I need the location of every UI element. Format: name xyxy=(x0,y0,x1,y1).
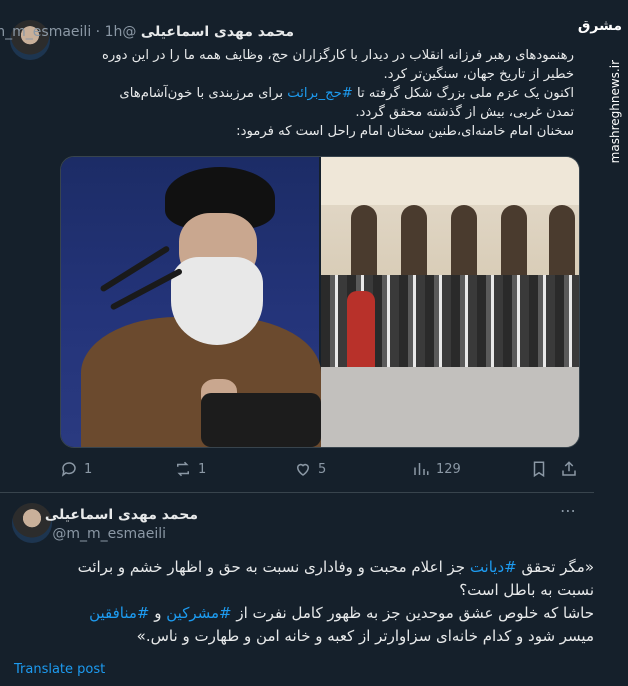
text-segment: نسبت به باطل است؟ xyxy=(459,581,594,599)
hall-arch-shape xyxy=(501,205,527,285)
text-line: «مگر تحقق #دیانت جز اعلام محبت و وفاداری… xyxy=(14,556,594,579)
text-line: اکنون یک عزم ملی بزرگ شکل گرفته تا #حج_ب… xyxy=(102,84,574,103)
share-button[interactable] xyxy=(560,460,578,478)
post-text: رهنمودهای رهبر فرزانه انقلاب در دیدار با… xyxy=(102,46,574,141)
bookmark-icon xyxy=(533,461,545,478)
translate-post-link[interactable]: Translate post xyxy=(14,662,105,677)
separator: · xyxy=(95,24,101,40)
repost-button[interactable]: 1 xyxy=(174,460,206,478)
heart-icon xyxy=(296,463,310,476)
post-primary[interactable]: محمد مهدی اسماعیلی @m_m_esmaeili · 1h ره… xyxy=(0,0,594,493)
text-line: خطیر از تاریخ جهان، سنگین‌تر کرد. xyxy=(102,65,574,84)
text-segment: «مگر تحقق xyxy=(516,558,595,576)
repost-count: 1 xyxy=(198,461,207,477)
watermark: مشرق mashreghnews.ir xyxy=(578,0,628,686)
text-line: حاشا که خلوص عشق موحدین جز به ظهور کامل … xyxy=(14,602,594,625)
text-line: سخنان امام خامنه‌ای،طنین سخنان امام راحل… xyxy=(102,122,574,141)
media-grid[interactable] xyxy=(60,156,580,448)
hashtag-link[interactable]: #حج_برائت xyxy=(287,86,353,101)
text-segment: و xyxy=(149,604,167,622)
photo-leader[interactable] xyxy=(61,157,321,447)
like-count: 5 xyxy=(318,461,327,477)
views-icon xyxy=(414,463,429,475)
text-line: تمدن غربی، بیش از گذشته محقق گردد. xyxy=(102,103,574,122)
hall-arch-shape xyxy=(451,205,477,285)
reply-count: 1 xyxy=(84,461,93,477)
post-actions: 1 1 5 129 xyxy=(60,460,578,482)
reply-button[interactable]: 1 xyxy=(60,460,92,478)
text-segment: برای مرزبندی با خون‌آشام‌های xyxy=(119,86,288,101)
text-segment: خطیر از تاریخ جهان، سنگین‌تر کرد. xyxy=(383,67,574,82)
hall-arch-shape xyxy=(351,205,377,285)
text-segment: جز اعلام محبت و وفاداری نسبت به حق و اظه… xyxy=(77,558,470,576)
views-button[interactable]: 129 xyxy=(412,460,461,478)
hall-arch-shape xyxy=(549,205,575,285)
author-name[interactable]: محمد مهدی اسماعیلی xyxy=(45,507,198,523)
photo-beard-shape xyxy=(171,257,263,345)
watermark-site: mashreghnews.ir xyxy=(608,60,622,164)
views-count: 129 xyxy=(436,461,461,477)
text-segment: سخنان امام خامنه‌ای،طنین سخنان امام راحل… xyxy=(236,124,574,139)
text-line: رهنمودهای رهبر فرزانه انقلاب در دیدار با… xyxy=(102,46,574,65)
author-name[interactable]: محمد مهدی اسماعیلی xyxy=(141,24,294,40)
post-header: محمد مهدی اسماعیلی xyxy=(45,507,198,523)
text-line: نسبت به باطل است؟ xyxy=(14,579,594,602)
repost-icon xyxy=(177,461,189,477)
hall-floor-shape xyxy=(321,367,579,447)
text-segment: میسر شود و کدام خانه‌ای سزاوارتر از کعبه… xyxy=(136,627,594,645)
hashtag-link[interactable]: #دیانت xyxy=(470,558,517,576)
text-line: میسر شود و کدام خانه‌ای سزاوارتر از کعبه… xyxy=(14,625,594,648)
like-button[interactable]: 5 xyxy=(294,460,326,478)
photo-hall[interactable] xyxy=(321,157,579,447)
post-header: محمد مهدی اسماعیلی @m_m_esmaeili · 1h xyxy=(0,24,294,40)
author-handle[interactable]: @m_m_esmaeili xyxy=(52,526,166,542)
post-text: «مگر تحقق #دیانت جز اعلام محبت و وفاداری… xyxy=(14,556,594,648)
text-segment: تمدن غربی، بیش از گذشته محقق گردد. xyxy=(355,105,574,120)
reply-icon xyxy=(61,462,76,477)
hashtag-link[interactable]: #منافقین xyxy=(89,604,149,622)
post-time[interactable]: 1h xyxy=(105,24,123,40)
bookmark-button[interactable] xyxy=(530,460,548,478)
hall-ceiling-shape xyxy=(321,157,579,205)
text-segment: رهنمودهای رهبر فرزانه انقلاب در دیدار با… xyxy=(101,48,574,63)
text-segment: اکنون یک عزم ملی بزرگ شکل گرفته تا xyxy=(352,86,574,101)
hashtag-link[interactable]: #مشرکین xyxy=(166,604,231,622)
hall-figure-shape xyxy=(347,291,375,371)
photo-chair-shape xyxy=(201,393,321,447)
more-options-button[interactable]: ⋯ xyxy=(560,501,577,520)
text-segment: حاشا که خلوص عشق موحدین جز به ظهور کامل … xyxy=(231,604,594,622)
share-icon xyxy=(562,461,576,476)
hall-arch-shape xyxy=(401,205,427,285)
